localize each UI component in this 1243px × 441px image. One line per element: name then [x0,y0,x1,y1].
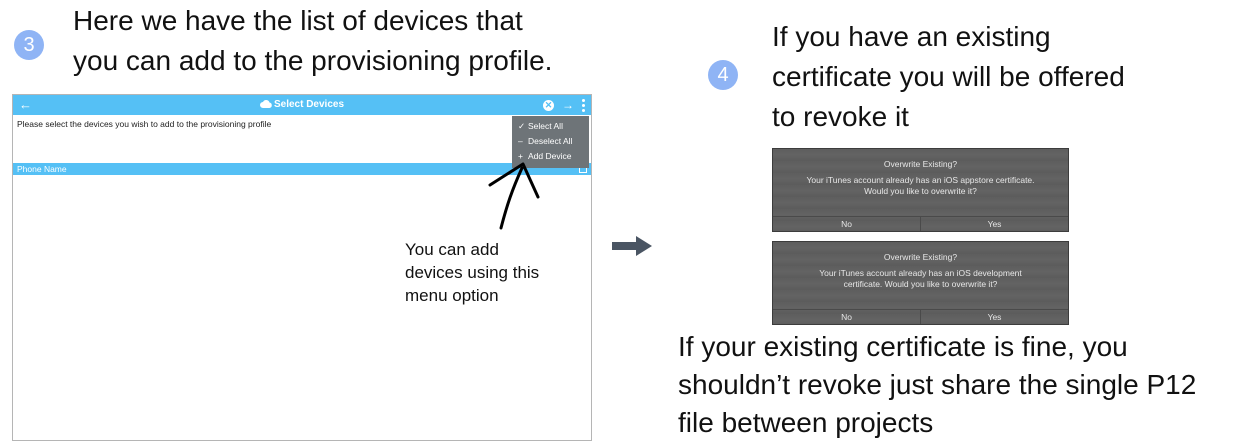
menu-item-add-device[interactable]: + Add Device [512,149,589,164]
plus-icon: + [518,151,523,161]
dialog-message-line1: Your iTunes account already has an iOS a… [806,175,1035,185]
step-4-heading-line1: If you have an existing [772,21,1051,52]
dialog-message-line2: certificate. Would you like to overwrite… [843,279,998,289]
step-4-badge: 4 [708,60,738,90]
phone-name-column-header[interactable]: Phone Name [13,163,591,175]
forward-arrow-icon[interactable]: → [562,98,574,112]
annotation-line2: devices using this [405,263,540,282]
step-4-heading-line2: certificate you will be offered [772,61,1125,92]
close-circle-icon[interactable]: ✕ [543,99,554,111]
annotation-line3: menu option [405,286,499,305]
check-icon: ✓ [518,121,526,131]
app-title: Select Devices [13,98,591,112]
footer-line3: file between projects [678,407,934,438]
dialog-message: Your iTunes account already has an iOS d… [783,268,1058,290]
right-arrow-icon [612,236,652,256]
dialog-message-line1: Your iTunes account already has an iOS d… [819,268,1022,278]
step-3-badge: 3 [14,30,44,60]
app-title-text: Select Devices [273,99,345,110]
dialog-message: Your iTunes account already has an iOS a… [783,175,1058,197]
column-header-label: Phone Name [17,164,67,174]
menu-item-label: Select All [528,121,563,131]
menu-item-deselect-all[interactable]: – Deselect All [512,134,589,149]
annotation-line1: You can add [405,240,499,259]
dialog-title: Overwrite Existing? [883,159,958,169]
no-button[interactable]: No [773,310,920,324]
footer-line2: shouldn’t revoke just share the single P… [678,369,1197,400]
overwrite-development-dialog: Overwrite Existing? Your iTunes account … [772,241,1069,325]
minus-icon: – [518,136,523,146]
no-button[interactable]: No [773,217,920,231]
menu-item-select-all[interactable]: ✓ Select All [512,119,589,134]
app-titlebar: ← Select Devices ✕ → [13,95,591,115]
footer-line1: If your existing certificate is fine, yo… [678,331,1128,362]
yes-button[interactable]: Yes [920,217,1068,231]
dialog-message-line2: Would you like to overwrite it? [864,186,977,196]
step-3-heading-line2: you can add to the provisioning profile. [73,45,553,76]
step-3-heading-line1: Here we have the list of devices that [73,5,523,36]
instructions-text: Please select the devices you wish to ad… [17,119,272,129]
more-menu-icon[interactable] [582,98,585,112]
step-4-heading-line3: to revoke it [772,101,909,132]
options-menu: ✓ Select All – Deselect All + Add Device [512,116,589,168]
cloud-icon [259,100,272,108]
dialog-title: Overwrite Existing? [883,252,958,262]
yes-button[interactable]: Yes [920,310,1068,324]
menu-item-label: Deselect All [528,136,573,146]
overwrite-appstore-dialog: Overwrite Existing? Your iTunes account … [772,148,1069,232]
menu-item-label: Add Device [528,151,572,161]
